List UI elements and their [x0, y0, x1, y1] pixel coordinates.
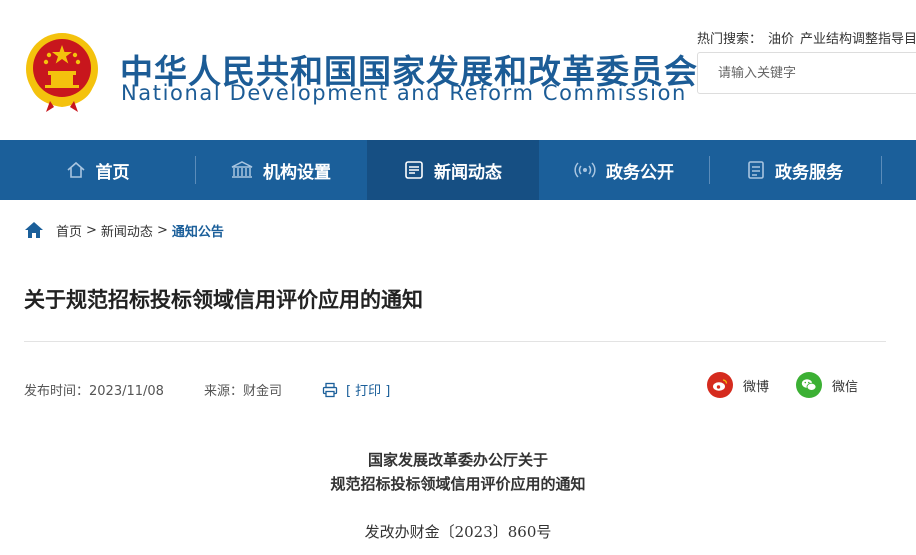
share-weibo-button[interactable]: 微博	[707, 372, 769, 398]
nav-item-services[interactable]: 政务服务	[709, 140, 881, 200]
building-icon	[231, 160, 253, 180]
breadcrumb-home-link[interactable]: 首页	[56, 221, 82, 240]
site-header: 中华人民共和国国家发展和改革委员会 National Development a…	[0, 0, 916, 140]
wechat-icon	[796, 372, 822, 398]
share-weibo-label: 微博	[743, 379, 770, 395]
printer-icon	[322, 382, 338, 397]
hot-search-label: 热门搜索：	[697, 32, 763, 47]
document-number: 发改办财金〔2023〕860号	[364, 523, 552, 541]
breadcrumb-current[interactable]: 通知公告	[172, 221, 224, 240]
breadcrumb-separator: >	[86, 222, 97, 238]
breadcrumb-news-link[interactable]: 新闻动态	[101, 221, 153, 240]
page-title: 关于规范招标投标领域信用评价应用的通知	[24, 288, 423, 312]
article-meta: 发布时间：2023/11/08 来源：财金司 [ 打印 ]	[24, 380, 390, 399]
publish-time: 发布时间：2023/11/08	[24, 384, 164, 399]
hot-search-link[interactable]: 油价	[768, 32, 794, 47]
print-button[interactable]: [ 打印 ]	[322, 380, 390, 399]
site-title-en[interactable]: National Development and Reform Commissi…	[121, 81, 687, 105]
search-input[interactable]	[698, 53, 916, 93]
nav-item-government-affairs[interactable]: 政务公开	[539, 140, 709, 200]
print-label: [ 打印 ]	[345, 384, 391, 399]
national-emblem-icon[interactable]	[24, 31, 100, 113]
nav-divider	[195, 156, 196, 184]
breadcrumb: 首页 > 新闻动态 > 通知公告	[24, 219, 224, 241]
nav-item-label: 机构设置	[263, 162, 331, 183]
nav-item-label: 首页	[95, 162, 130, 183]
news-icon	[404, 160, 424, 180]
nav-item-news[interactable]: 新闻动态	[367, 140, 539, 200]
nav-divider	[709, 156, 710, 184]
document-icon	[747, 160, 765, 180]
weibo-icon	[707, 372, 733, 398]
nav-item-label: 政务公开	[606, 162, 674, 183]
hot-search-link[interactable]: 产业结构调整指导目录	[800, 32, 916, 47]
breadcrumb-separator: >	[156, 222, 168, 238]
broadcast-icon	[574, 160, 596, 180]
nav-item-label: 政务服务	[775, 162, 843, 183]
hot-search: 热门搜索： 油价产业结构调整指导目录	[697, 28, 916, 47]
nav-item-home[interactable]: 首页	[0, 140, 195, 200]
article-source: 来源：财金司	[203, 384, 282, 399]
home-icon[interactable]	[24, 221, 44, 239]
share-wechat-button[interactable]: 微信	[796, 372, 858, 398]
document-heading-line1: 国家发展改革委办公厅关于	[367, 451, 548, 469]
document-heading-line2: 规范招标投标领域信用评价应用的通知	[330, 475, 586, 493]
nav-item-organization[interactable]: 机构设置	[195, 140, 367, 200]
home-icon	[66, 160, 86, 180]
nav-divider	[881, 156, 882, 184]
nav-item-label: 新闻动态	[434, 162, 502, 183]
title-divider	[24, 341, 886, 342]
share-wechat-label: 微信	[832, 379, 859, 395]
main-nav: 首页 机构设置 新闻动态 政务公开 政务服务	[0, 140, 916, 200]
search-box	[697, 52, 916, 94]
